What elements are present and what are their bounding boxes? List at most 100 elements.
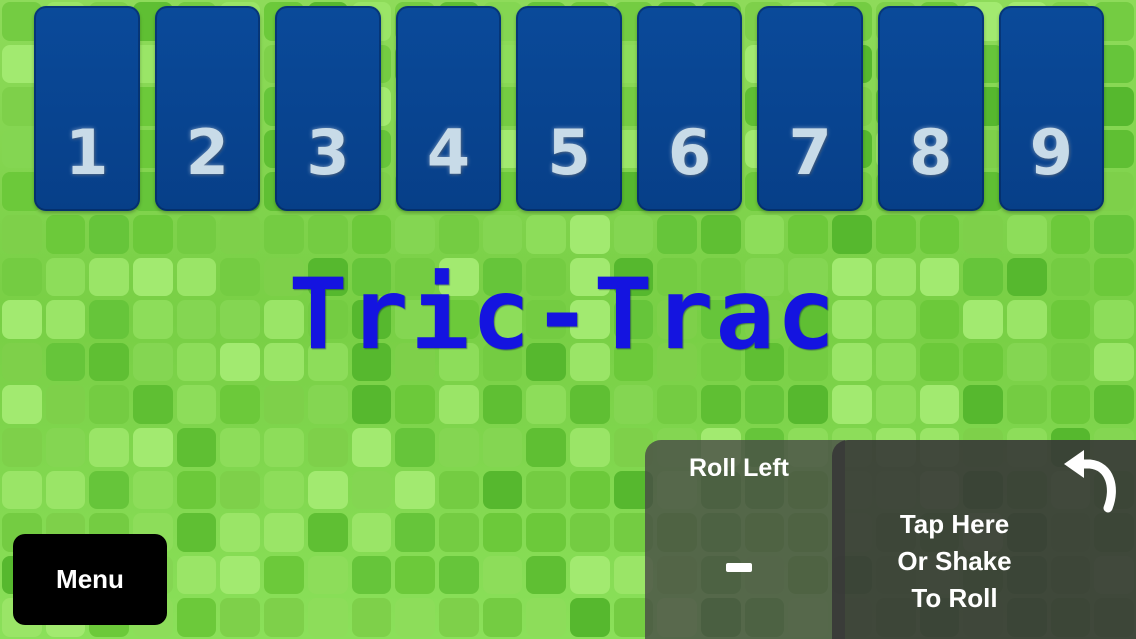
background-tile <box>307 598 348 637</box>
number-card[interactable]: 3 <box>275 6 381 211</box>
number-card[interactable]: 7 <box>757 6 863 211</box>
background-tile <box>395 385 435 424</box>
background-tile <box>220 555 261 595</box>
roll-button-line: Tap Here <box>899 509 1010 539</box>
undo-arrow-icon[interactable] <box>1056 448 1126 514</box>
card-number: 2 <box>185 116 229 189</box>
background-tile <box>875 214 916 254</box>
background-tile <box>438 214 479 254</box>
background-tile <box>176 385 217 424</box>
background-tile <box>395 513 435 552</box>
background-tile <box>176 555 217 595</box>
background-tile <box>133 214 173 254</box>
background-tile <box>1050 385 1091 424</box>
background-tile <box>438 513 479 552</box>
background-tile <box>220 598 261 637</box>
background-tile <box>569 427 610 467</box>
background-tile <box>526 470 566 510</box>
menu-button[interactable]: Menu <box>13 534 167 625</box>
background-tile <box>963 385 1003 424</box>
background-tile <box>264 427 304 467</box>
background-tile <box>307 214 348 254</box>
card-number: 6 <box>668 116 712 189</box>
background-tile <box>875 385 916 424</box>
background-tile <box>482 427 523 467</box>
card-number: 4 <box>426 116 471 189</box>
background-tile <box>45 385 86 424</box>
background-tile <box>220 513 261 552</box>
background-tile <box>482 385 523 424</box>
background-tile <box>919 214 960 254</box>
background-tile <box>220 385 261 424</box>
background-tile <box>438 470 479 510</box>
background-tile <box>176 470 217 510</box>
background-tile <box>2 427 42 467</box>
background-tile <box>220 470 261 510</box>
background-tile <box>526 427 566 467</box>
card-number: 7 <box>788 116 832 189</box>
background-tile <box>482 214 523 254</box>
number-cards-row: 1 2 3 4 5 6 7 8 9 <box>34 6 1105 211</box>
background-tile <box>264 598 304 637</box>
number-card[interactable]: 9 <box>998 6 1105 211</box>
background-tile <box>1006 214 1047 254</box>
background-tile <box>438 555 479 595</box>
roll-button-line: Or Shake <box>897 546 1012 576</box>
background-tile <box>526 598 566 637</box>
background-tile <box>351 427 392 467</box>
roll-left-label: Roll Left <box>689 454 789 482</box>
card-number: 1 <box>65 116 109 189</box>
number-card[interactable]: 1 <box>34 6 140 211</box>
background-tile <box>832 385 872 424</box>
background-tile <box>351 470 392 510</box>
background-tile <box>438 427 479 467</box>
background-tile <box>482 598 523 637</box>
background-tile <box>176 427 217 467</box>
background-tile <box>2 214 42 254</box>
roll-left-value <box>726 563 752 572</box>
background-tile <box>264 214 304 254</box>
number-card[interactable]: 4 <box>395 6 502 211</box>
background-tile <box>89 427 130 467</box>
background-tile <box>351 598 392 637</box>
background-tile <box>395 598 435 637</box>
number-card[interactable]: 2 <box>154 6 261 211</box>
background-tile <box>919 385 960 424</box>
background-tile <box>2 385 42 424</box>
background-tile <box>89 214 130 254</box>
background-tile <box>701 214 741 254</box>
roll-left-panel: Roll Left <box>645 440 845 639</box>
background-tile <box>526 385 566 424</box>
roll-button-text: Tap Here Or Shake To Roll <box>832 506 1077 617</box>
background-tile <box>395 214 435 254</box>
background-tile <box>701 385 741 424</box>
background-tile <box>1094 214 1134 254</box>
background-tile <box>613 385 654 424</box>
number-card[interactable]: 5 <box>516 6 622 211</box>
background-tile <box>613 214 654 254</box>
background-tile <box>89 470 130 510</box>
background-tile <box>220 214 261 254</box>
background-tile <box>351 555 392 595</box>
background-tile <box>264 470 304 510</box>
background-tile <box>45 470 86 510</box>
number-card[interactable]: 8 <box>877 6 984 211</box>
background-tile <box>133 470 173 510</box>
background-tile <box>176 598 217 637</box>
card-number: 9 <box>1029 116 1073 189</box>
background-tile <box>482 513 523 552</box>
background-tile <box>569 470 610 510</box>
background-tile <box>395 427 435 467</box>
roll-button-line: To Roll <box>911 583 998 613</box>
background-tile <box>1050 214 1091 254</box>
background-tile <box>526 555 566 595</box>
background-tile <box>657 214 698 254</box>
background-tile <box>657 385 698 424</box>
background-tile <box>526 214 566 254</box>
background-tile <box>264 385 304 424</box>
background-tile <box>351 513 392 552</box>
background-tile <box>569 598 610 637</box>
background-tile <box>2 470 42 510</box>
number-card[interactable]: 6 <box>636 6 743 211</box>
background-tile <box>45 427 86 467</box>
